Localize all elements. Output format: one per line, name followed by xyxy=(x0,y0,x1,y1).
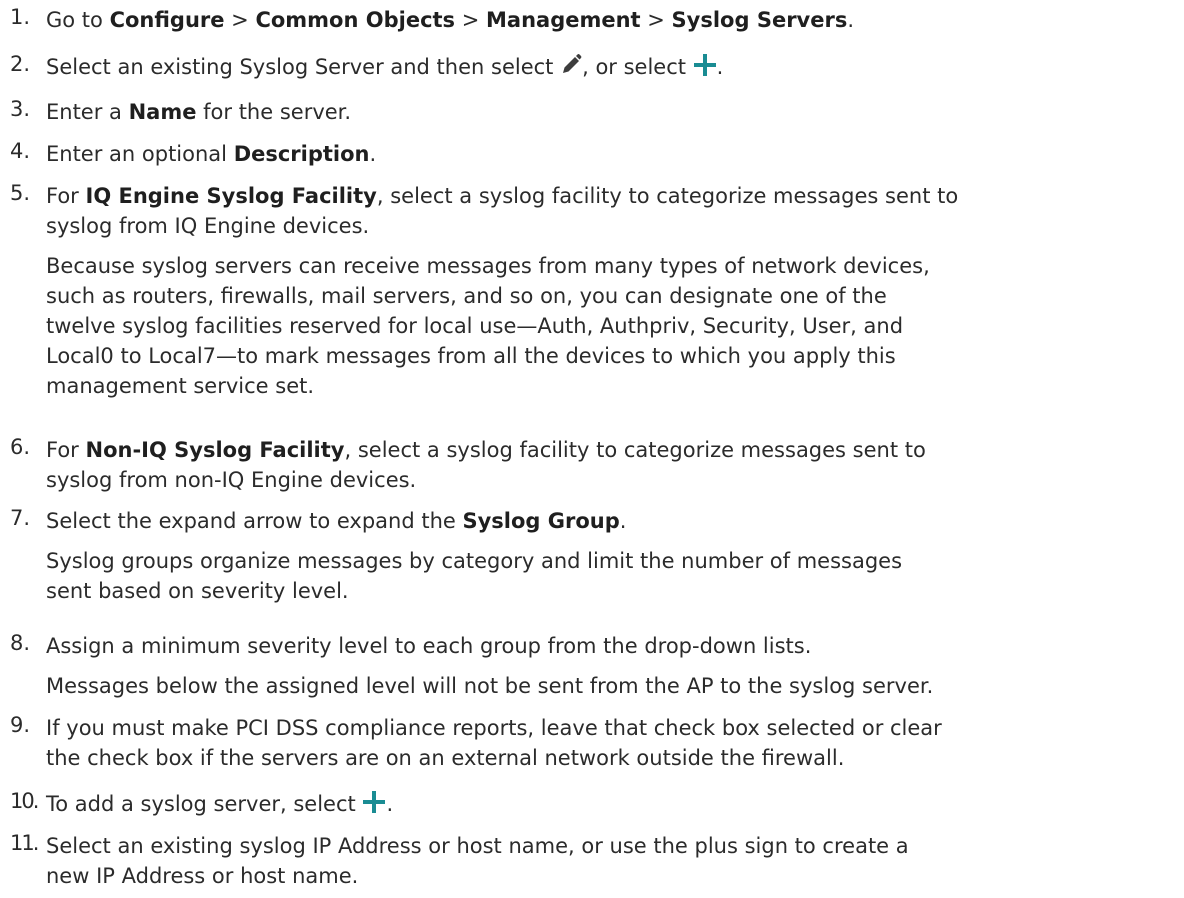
step-number: 6. xyxy=(10,435,31,459)
plus-add-icon xyxy=(362,790,386,822)
step-number: 5. xyxy=(10,181,31,205)
step-text: Select an existing Syslog Server and the… xyxy=(46,52,1184,85)
step-4: 4. Enter an optional Description. xyxy=(0,139,1184,169)
step-number: 2. xyxy=(10,52,31,76)
step-6: 6. For Non-IQ Syslog Facility, select a … xyxy=(0,435,1184,495)
step-2: 2. Select an existing Syslog Server and … xyxy=(0,52,1184,85)
step-10: 10. To add a syslog server, select . xyxy=(0,789,1184,822)
step-text: Go to Configure > Common Objects > Manag… xyxy=(46,8,855,32)
step-number: 7. xyxy=(10,506,31,530)
note-line: Local0 to Local7—to mark messages from a… xyxy=(46,344,896,368)
step-note: Because syslog servers can receive messa… xyxy=(46,251,1184,401)
note-line: management service set. xyxy=(46,374,315,398)
pencil-edit-icon xyxy=(560,53,582,85)
step-note: Messages below the assigned level will n… xyxy=(46,671,1184,701)
step-text-continued: new IP Address or host name. xyxy=(46,864,359,888)
step-note: Syslog groups organize messages by categ… xyxy=(46,546,1184,606)
step-number: 8. xyxy=(10,631,31,655)
step-9: 9. If you must make PCI DSS compliance r… xyxy=(0,713,1184,773)
step-number: 1. xyxy=(10,5,31,29)
step-number: 11. xyxy=(10,831,39,855)
note-line: Messages below the assigned level will n… xyxy=(46,674,934,698)
field-iq-engine-syslog-facility-label: IQ Engine Syslog Facility xyxy=(85,184,377,208)
nav-path-management: Management xyxy=(486,8,641,32)
step-text-continued: the check box if the servers are on an e… xyxy=(46,746,845,770)
step-text: For IQ Engine Syslog Facility, select a … xyxy=(46,184,959,208)
note-line: Syslog groups organize messages by categ… xyxy=(46,549,903,573)
note-line: twelve syslog facilities reserved for lo… xyxy=(46,314,904,338)
step-text: Enter a Name for the server. xyxy=(46,100,352,124)
step-5: 5. For IQ Engine Syslog Facility, select… xyxy=(0,181,1184,401)
field-syslog-group-label: Syslog Group xyxy=(462,509,620,533)
note-line: sent based on severity level. xyxy=(46,579,349,603)
note-line: Because syslog servers can receive messa… xyxy=(46,254,930,278)
nav-path-common-objects: Common Objects xyxy=(255,8,456,32)
field-name-label: Name xyxy=(128,100,197,124)
step-text: If you must make PCI DSS compliance repo… xyxy=(46,716,942,740)
step-11: 11. Select an existing syslog IP Address… xyxy=(0,831,1184,891)
step-number: 9. xyxy=(10,713,31,737)
step-text: To add a syslog server, select . xyxy=(46,789,1184,822)
note-line: such as routers, firewalls, mail servers… xyxy=(46,284,887,308)
step-text-continued: syslog from IQ Engine devices. xyxy=(46,214,370,238)
step-text: Select the expand arrow to expand the Sy… xyxy=(46,509,627,533)
plus-add-icon xyxy=(693,53,717,85)
step-7: 7. Select the expand arrow to expand the… xyxy=(0,506,1184,606)
step-number: 3. xyxy=(10,97,31,121)
nav-path-configure: Configure xyxy=(109,8,225,32)
step-8: 8. Assign a minimum severity level to ea… xyxy=(0,631,1184,701)
field-description-label: Description xyxy=(233,142,370,166)
step-number: 10. xyxy=(10,789,39,813)
step-text: Enter an optional Description. xyxy=(46,142,377,166)
step-3: 3. Enter a Name for the server. xyxy=(0,97,1184,127)
step-text-continued: syslog from non-IQ Engine devices. xyxy=(46,468,417,492)
step-text: For Non-IQ Syslog Facility, select a sys… xyxy=(46,438,926,462)
step-1: 1. Go to Configure > Common Objects > Ma… xyxy=(0,5,1184,35)
step-text: Select an existing syslog IP Address or … xyxy=(46,834,909,858)
step-number: 4. xyxy=(10,139,31,163)
nav-path-syslog-servers: Syslog Servers xyxy=(671,8,848,32)
step-text: Assign a minimum severity level to each … xyxy=(46,634,812,658)
field-non-iq-syslog-facility-label: Non-IQ Syslog Facility xyxy=(85,438,345,462)
